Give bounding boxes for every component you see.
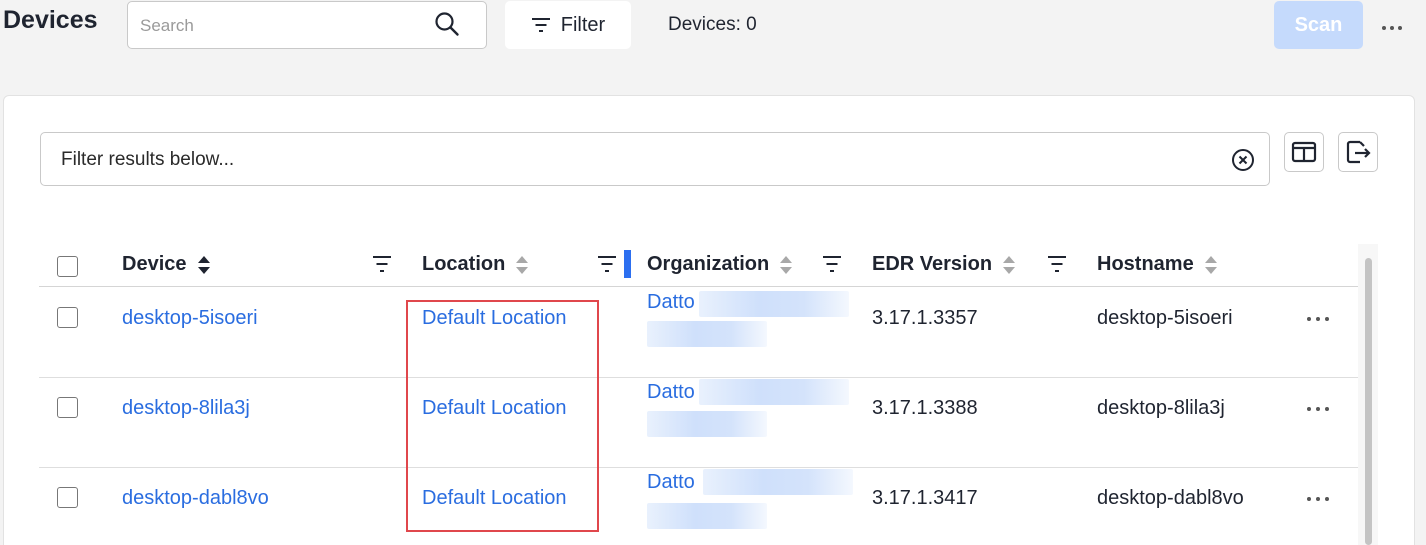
sort-ascending-icon[interactable] bbox=[197, 254, 211, 276]
column-header-organization[interactable]: Organization bbox=[647, 253, 793, 276]
results-filter-input[interactable] bbox=[61, 147, 1161, 173]
column-label: Organization bbox=[647, 253, 770, 275]
organization-link[interactable]: Datto bbox=[647, 471, 695, 494]
table-row[interactable]: desktop-dabl8vo Default Location Datto 3… bbox=[39, 468, 1359, 545]
filter-button[interactable]: Filter bbox=[505, 1, 631, 49]
row-checkbox[interactable] bbox=[57, 397, 78, 418]
edr-version: 3.17.1.3357 bbox=[872, 307, 978, 329]
device-link[interactable]: desktop-8lila3j bbox=[122, 397, 250, 420]
row-more-icon[interactable] bbox=[1305, 399, 1331, 419]
sort-icon[interactable] bbox=[1002, 254, 1016, 276]
more-horizontal-icon[interactable] bbox=[1380, 14, 1404, 38]
search-box[interactable] bbox=[127, 1, 487, 49]
redacted-organization bbox=[647, 321, 767, 347]
hostname: desktop-5isoeri bbox=[1097, 307, 1233, 329]
table-row[interactable]: desktop-8lila3j Default Location Datto 3… bbox=[39, 378, 1359, 468]
page-title: Devices bbox=[3, 6, 98, 34]
results-filter-box[interactable] bbox=[40, 132, 1270, 186]
location-column-highlight bbox=[406, 300, 599, 532]
column-label: EDR Version bbox=[872, 253, 993, 275]
redacted-organization bbox=[647, 411, 767, 437]
table-header: Device Location Organization EDR Version… bbox=[39, 245, 1359, 287]
hostname: desktop-8lila3j bbox=[1097, 397, 1225, 419]
column-filter-icon[interactable] bbox=[1047, 255, 1067, 273]
row-checkbox[interactable] bbox=[57, 307, 78, 328]
column-header-hostname[interactable]: Hostname bbox=[1097, 253, 1218, 276]
filter-label: Filter bbox=[560, 13, 606, 36]
export-file-icon bbox=[1346, 140, 1371, 164]
sort-icon[interactable] bbox=[515, 254, 529, 276]
column-label: Device bbox=[122, 253, 187, 275]
column-label: Hostname bbox=[1097, 253, 1194, 275]
row-checkbox[interactable] bbox=[57, 487, 78, 508]
sort-icon[interactable] bbox=[779, 254, 793, 276]
edr-version: 3.17.1.3388 bbox=[872, 397, 978, 419]
scan-button[interactable]: Scan bbox=[1274, 1, 1363, 49]
organization-link[interactable]: Datto bbox=[647, 381, 695, 404]
redacted-organization bbox=[699, 291, 849, 317]
organization-link[interactable]: Datto bbox=[647, 291, 695, 314]
column-resize-handle[interactable] bbox=[624, 250, 631, 278]
edr-version: 3.17.1.3417 bbox=[872, 487, 978, 509]
column-filter-icon[interactable] bbox=[372, 255, 392, 273]
table-row[interactable]: desktop-5isoeri Default Location Datto 3… bbox=[39, 288, 1359, 378]
columns-button[interactable] bbox=[1284, 132, 1324, 172]
top-bar: Devices Filter Devices: 0 Scan bbox=[0, 0, 1426, 60]
row-more-icon[interactable] bbox=[1305, 489, 1331, 509]
filter-icon bbox=[531, 18, 550, 32]
column-filter-icon[interactable] bbox=[597, 255, 617, 273]
hostname: desktop-dabl8vo bbox=[1097, 487, 1244, 509]
redacted-organization bbox=[699, 379, 849, 405]
device-link[interactable]: desktop-dabl8vo bbox=[122, 487, 269, 510]
redacted-organization bbox=[703, 469, 853, 495]
sort-icon[interactable] bbox=[1204, 254, 1218, 276]
search-icon[interactable] bbox=[434, 11, 460, 37]
column-header-device[interactable]: Device bbox=[122, 253, 211, 276]
column-filter-icon[interactable] bbox=[822, 255, 842, 273]
select-all-checkbox[interactable] bbox=[57, 256, 78, 277]
export-button[interactable] bbox=[1338, 132, 1378, 172]
search-input[interactable] bbox=[140, 14, 430, 38]
redacted-organization bbox=[647, 503, 767, 529]
device-count: Devices: 0 bbox=[668, 14, 757, 35]
row-more-icon[interactable] bbox=[1305, 309, 1331, 329]
column-header-edr-version[interactable]: EDR Version bbox=[872, 253, 1016, 276]
device-link[interactable]: desktop-5isoeri bbox=[122, 307, 258, 330]
columns-layout-icon bbox=[1291, 141, 1317, 163]
column-header-location[interactable]: Location bbox=[422, 253, 529, 276]
clear-circle-x-icon[interactable] bbox=[1231, 148, 1255, 172]
scrollbar-thumb[interactable] bbox=[1365, 258, 1372, 545]
column-label: Location bbox=[422, 253, 506, 275]
